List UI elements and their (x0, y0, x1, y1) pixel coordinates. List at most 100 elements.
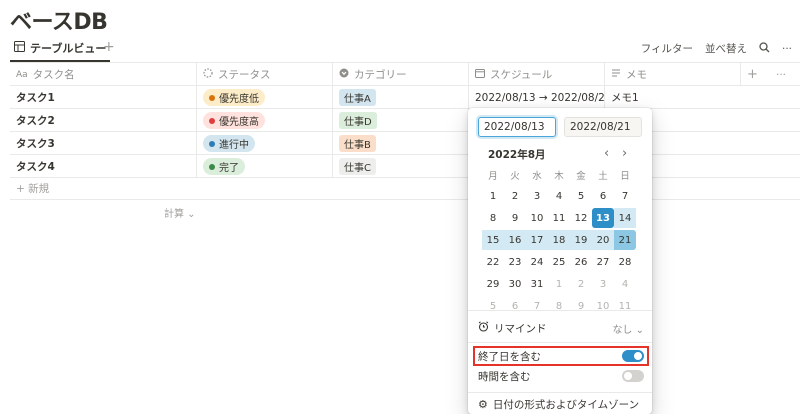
task-name[interactable]: タスク4 (10, 155, 196, 178)
calendar-day[interactable]: 9 (504, 208, 526, 228)
status-dot (209, 94, 215, 101)
add-column-button[interactable]: + (740, 63, 770, 86)
category-tag: 仕事A (339, 89, 376, 106)
calendar-day[interactable]: 4 (614, 274, 636, 294)
status-cell[interactable]: 進行中 (196, 132, 332, 155)
calendar-day[interactable]: 6 (504, 296, 526, 316)
column-header-status[interactable]: ステータス (196, 63, 332, 86)
calendar-day[interactable]: 5 (570, 186, 592, 206)
calendar-day[interactable]: 9 (570, 296, 592, 316)
view-bar: テーブルビュー + フィルター 並べ替え ··· (0, 36, 800, 62)
status-tag: 進行中 (203, 135, 255, 152)
calendar-day[interactable]: 12 (570, 208, 592, 228)
column-header-name[interactable]: Aa タスク名 (10, 63, 196, 86)
calendar-day[interactable]: 7 (614, 186, 636, 206)
category-cell[interactable]: 仕事C (332, 155, 468, 178)
date-format-row[interactable]: ⚙ 日付の形式およびタイムゾーン (478, 394, 644, 414)
search-icon[interactable] (759, 41, 770, 56)
time-row[interactable]: 時間を含む (478, 366, 644, 386)
calendar-day[interactable]: 24 (526, 252, 548, 272)
status-cell[interactable]: 優先度高 (196, 109, 332, 132)
calendar-day[interactable]: 11 (614, 296, 636, 316)
end-date-label: 終了日を含む (478, 350, 541, 363)
table-row[interactable]: タスク4 完了 仕事C (10, 155, 800, 178)
calendar-day[interactable]: 15 (482, 230, 504, 250)
calendar-day[interactable]: 11 (548, 208, 570, 228)
calendar-day[interactable]: 30 (504, 274, 526, 294)
task-name[interactable]: タスク1 (10, 86, 196, 109)
status-cell[interactable]: 優先度低 (196, 86, 332, 109)
table-row[interactable]: タスク1 優先度低 仕事A 2022/08/13 → 2022/08/21 メモ… (10, 86, 800, 109)
end-date-toggle[interactable] (622, 350, 644, 362)
schedule-cell[interactable]: 2022/08/13 → 2022/08/21 (468, 86, 604, 109)
calendar-day[interactable]: 28 (614, 252, 636, 272)
calendar-day[interactable]: 3 (526, 186, 548, 206)
tab-table-view[interactable]: テーブルビュー (10, 36, 111, 62)
calendar-day[interactable]: 14 (614, 208, 636, 228)
next-month-button[interactable]: › (622, 146, 627, 161)
category-cell[interactable]: 仕事A (332, 86, 468, 109)
calendar-day[interactable]: 3 (592, 274, 614, 294)
select-icon (339, 68, 349, 81)
toggle-knob (634, 352, 642, 360)
calendar-day[interactable]: 8 (548, 296, 570, 316)
category-tag: 仕事D (339, 112, 377, 129)
category-cell[interactable]: 仕事B (332, 132, 468, 155)
calendar-day[interactable]: 13 (592, 208, 614, 228)
end-date-input[interactable]: 2022/08/21 (564, 117, 642, 137)
calendar-day[interactable]: 2 (570, 274, 592, 294)
calendar-day[interactable]: 17 (526, 230, 548, 250)
start-date-input[interactable]: 2022/08/13 (478, 117, 556, 137)
more-button[interactable]: ··· (782, 43, 792, 55)
column-more-button[interactable]: ··· (770, 63, 800, 86)
column-header-schedule[interactable]: スケジュール (468, 63, 604, 86)
column-header-category[interactable]: カテゴリー (332, 63, 468, 86)
calendar-day[interactable]: 7 (526, 296, 548, 316)
calendar-day[interactable]: 5 (482, 296, 504, 316)
remind-value[interactable]: なし ⌄ (612, 321, 644, 336)
calculate-button[interactable]: 計算 ⌄ (164, 205, 196, 220)
calendar-day[interactable]: 27 (592, 252, 614, 272)
calendar-day[interactable]: 23 (504, 252, 526, 272)
prev-month-button[interactable]: ‹ (604, 146, 609, 161)
calendar-day[interactable]: 18 (548, 230, 570, 250)
task-name[interactable]: タスク3 (10, 132, 196, 155)
calendar-day[interactable]: 22 (482, 252, 504, 272)
divider (468, 342, 652, 343)
calendar-day[interactable]: 6 (592, 186, 614, 206)
calendar-day[interactable]: 1 (548, 274, 570, 294)
filter-button[interactable]: フィルター (641, 41, 693, 56)
memo-cell[interactable]: メモ1 (604, 86, 740, 109)
status-cell[interactable]: 完了 (196, 155, 332, 178)
weekday-label: 日 (620, 171, 630, 182)
time-label: 時間を含む (478, 370, 531, 383)
calendar-day[interactable]: 19 (570, 230, 592, 250)
calendar-day[interactable]: 26 (570, 252, 592, 272)
calendar-day[interactable]: 2 (504, 186, 526, 206)
remind-row[interactable]: リマインド なし ⌄ (478, 318, 644, 338)
add-view-button[interactable]: + (103, 39, 115, 55)
calendar-day[interactable]: 4 (548, 186, 570, 206)
calendar-day[interactable]: 10 (592, 296, 614, 316)
task-name[interactable]: タスク2 (10, 109, 196, 132)
calendar-day[interactable]: 1 (482, 186, 504, 206)
calendar-day[interactable]: 21 (614, 230, 636, 250)
new-row-button[interactable]: + 新規 (10, 178, 800, 200)
calendar-day[interactable]: 29 (482, 274, 504, 294)
category-cell[interactable]: 仕事D (332, 109, 468, 132)
calendar-day[interactable]: 31 (526, 274, 548, 294)
sort-button[interactable]: 並べ替え (705, 41, 747, 56)
calendar-day[interactable]: 16 (504, 230, 526, 250)
calendar-day[interactable]: 8 (482, 208, 504, 228)
column-header-memo[interactable]: メモ (604, 63, 740, 86)
calendar-day[interactable]: 25 (548, 252, 570, 272)
divider (468, 310, 652, 311)
category-tag: 仕事C (339, 158, 376, 175)
end-date-row[interactable]: 終了日を含む (478, 346, 644, 366)
table-row[interactable]: タスク2 優先度高 仕事D (10, 109, 800, 132)
calendar-day[interactable]: 20 (592, 230, 614, 250)
table-header: Aa タスク名 ステータス カテゴリー スケジュール メモ + ··· (10, 63, 800, 86)
table-row[interactable]: タスク3 進行中 仕事B (10, 132, 800, 155)
calendar-day[interactable]: 10 (526, 208, 548, 228)
time-toggle[interactable] (622, 370, 644, 382)
